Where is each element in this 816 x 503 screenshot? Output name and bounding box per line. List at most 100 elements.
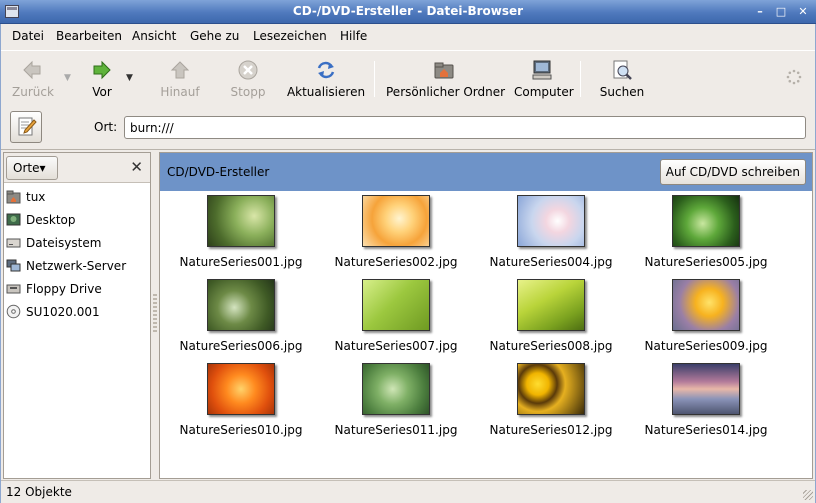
- forward-label: Vor: [92, 85, 112, 99]
- file-name: NatureSeries012.jpg: [489, 423, 613, 437]
- menu-datei[interactable]: Datei: [12, 29, 44, 43]
- file-item[interactable]: NatureSeries002.jpg: [321, 195, 471, 269]
- floppy-drive-icon: [6, 284, 21, 294]
- sidebar-item-label: Floppy Drive: [26, 282, 102, 296]
- reload-button[interactable]: Aktualisieren: [286, 59, 366, 99]
- location-header: CD/DVD-Ersteller Auf CD/DVD schreiben: [160, 153, 812, 191]
- toolbar-separator: [580, 61, 581, 97]
- file-item[interactable]: NatureSeries011.jpg: [321, 363, 471, 437]
- toolbar: Zurück ▼ Vor ▼ Hinauf Stopp Aktualisiere…: [0, 50, 816, 102]
- desktop-icon: [6, 213, 21, 226]
- harddisk-icon: [6, 238, 21, 248]
- file-item[interactable]: NatureSeries012.jpg: [476, 363, 626, 437]
- pane-resize-handle[interactable]: [153, 294, 157, 334]
- file-item[interactable]: NatureSeries010.jpg: [166, 363, 316, 437]
- up-button[interactable]: Hinauf: [158, 59, 202, 99]
- arrow-up-icon: [170, 61, 190, 79]
- toggle-location-button[interactable]: [10, 111, 42, 143]
- close-sidebar-button[interactable]: ✕: [130, 158, 143, 176]
- stop-icon: [238, 60, 258, 80]
- image-thumbnail: [207, 279, 275, 331]
- sidebar-item-floppy-drive[interactable]: Floppy Drive: [4, 278, 150, 300]
- sidebar-item-label: Dateisystem: [26, 236, 102, 250]
- menu-ansicht[interactable]: Ansicht: [132, 29, 176, 43]
- image-thumbnail: [517, 195, 585, 247]
- sidebar-item-network-server[interactable]: Netzwerk-Server: [4, 255, 150, 277]
- forward-button[interactable]: Vor: [82, 59, 122, 99]
- menu-hilfe[interactable]: Hilfe: [340, 29, 367, 43]
- menu-lesezeichen[interactable]: Lesezeichen: [253, 29, 327, 43]
- image-thumbnail: [362, 195, 430, 247]
- back-label: Zurück: [12, 85, 54, 99]
- file-name: NatureSeries014.jpg: [644, 423, 768, 437]
- file-view: CD/DVD-Ersteller Auf CD/DVD schreiben Na…: [159, 152, 813, 479]
- sidebar-header: Orte▾ ✕: [4, 153, 150, 183]
- window-resize-grip[interactable]: [803, 490, 813, 500]
- image-thumbnail: [672, 195, 740, 247]
- minimize-button[interactable]: –: [753, 5, 767, 19]
- computer-button[interactable]: Computer: [514, 59, 574, 99]
- reload-icon: [317, 61, 335, 79]
- sidebar-item-label: SU1020.001: [26, 305, 100, 319]
- file-item[interactable]: NatureSeries014.jpg: [631, 363, 781, 437]
- close-window-button[interactable]: ✕: [796, 5, 810, 19]
- sidebar-item-label: tux: [26, 190, 46, 204]
- sidebar-item-label: Desktop: [26, 213, 76, 227]
- write-to-disc-button[interactable]: Auf CD/DVD schreiben: [659, 159, 806, 185]
- file-name: NatureSeries006.jpg: [179, 339, 303, 353]
- file-item[interactable]: NatureSeries009.jpg: [631, 279, 781, 353]
- back-button[interactable]: Zurück: [12, 59, 54, 99]
- back-history-dropdown[interactable]: ▼: [64, 73, 71, 83]
- menu-bearbeiten[interactable]: Bearbeiten: [56, 29, 122, 43]
- file-item[interactable]: NatureSeries006.jpg: [166, 279, 316, 353]
- file-name: NatureSeries007.jpg: [334, 339, 458, 353]
- search-icon: [613, 60, 632, 80]
- file-item[interactable]: NatureSeries007.jpg: [321, 279, 471, 353]
- maximize-button[interactable]: □: [774, 5, 788, 19]
- stop-label: Stopp: [230, 85, 266, 99]
- image-thumbnail: [517, 363, 585, 415]
- throbber-icon: [786, 69, 802, 85]
- image-thumbnail: [672, 279, 740, 331]
- menu-gehe-zu[interactable]: Gehe zu: [190, 29, 239, 43]
- location-label: Ort:: [94, 120, 118, 134]
- sidebar-item-label: Netzwerk-Server: [26, 259, 127, 273]
- search-button[interactable]: Suchen: [598, 59, 646, 99]
- arrow-left-icon: [23, 60, 41, 80]
- optical-disc-icon: [6, 304, 21, 319]
- computer-icon: [532, 60, 552, 80]
- arrow-right-icon: [93, 60, 111, 80]
- sidebar-selector[interactable]: Orte▾: [6, 156, 58, 180]
- stop-button[interactable]: Stopp: [226, 59, 270, 99]
- home-folder-icon: [434, 62, 454, 79]
- search-label: Suchen: [599, 85, 645, 99]
- forward-history-dropdown[interactable]: ▼: [126, 73, 133, 83]
- location-input[interactable]: [124, 116, 806, 139]
- window-title: CD-/DVD-Ersteller - Datei-Browser: [292, 4, 524, 18]
- file-name: NatureSeries005.jpg: [644, 255, 768, 269]
- sidebar-item-disc[interactable]: SU1020.001: [4, 301, 150, 323]
- status-bar: 12 Objekte: [0, 480, 816, 503]
- sidebar-item-tux[interactable]: tux: [4, 186, 150, 208]
- sidebar-item-desktop[interactable]: Desktop: [4, 209, 150, 231]
- network-server-icon: [6, 259, 21, 272]
- file-item[interactable]: NatureSeries001.jpg: [166, 195, 316, 269]
- image-thumbnail: [672, 363, 740, 415]
- up-label: Hinauf: [160, 85, 200, 99]
- file-name: NatureSeries004.jpg: [489, 255, 613, 269]
- image-thumbnail: [207, 363, 275, 415]
- title-bar: CD-/DVD-Ersteller - Datei-Browser – □ ✕: [0, 0, 816, 24]
- chevron-down-icon: ▾: [39, 161, 46, 175]
- sidebar: Orte▾ ✕ tux Desktop Dateisystem Netzwerk…: [3, 152, 151, 479]
- sidebar-selector-label: Orte: [13, 161, 40, 175]
- file-item[interactable]: NatureSeries005.jpg: [631, 195, 781, 269]
- image-thumbnail: [362, 363, 430, 415]
- image-thumbnail: [517, 279, 585, 331]
- file-item[interactable]: NatureSeries008.jpg: [476, 279, 626, 353]
- reload-label: Aktualisieren: [286, 85, 366, 99]
- sidebar-item-filesystem[interactable]: Dateisystem: [4, 232, 150, 254]
- file-item[interactable]: NatureSeries004.jpg: [476, 195, 626, 269]
- home-button[interactable]: Persönlicher Ordner: [386, 59, 505, 99]
- toolbar-separator: [374, 61, 375, 97]
- file-name: NatureSeries001.jpg: [179, 255, 303, 269]
